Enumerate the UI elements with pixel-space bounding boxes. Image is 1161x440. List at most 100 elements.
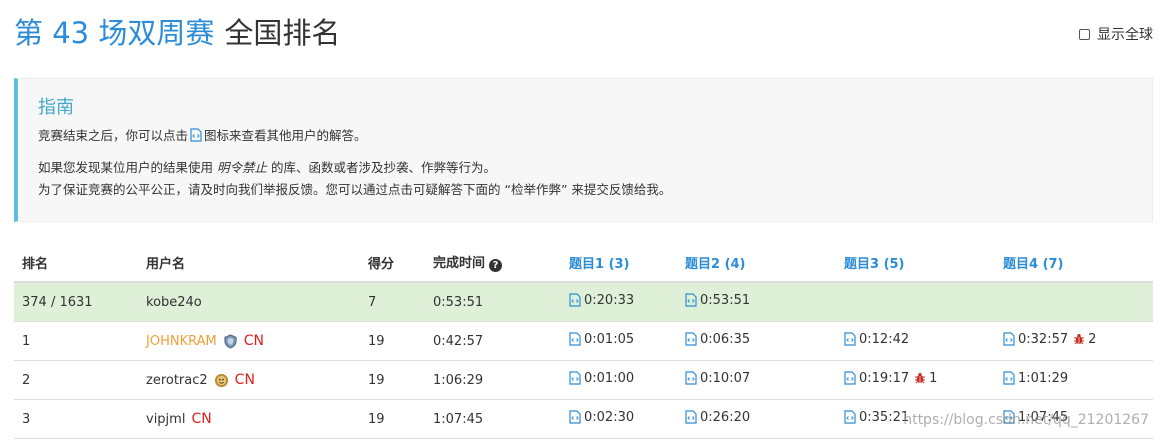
code-file-icon[interactable] — [685, 410, 697, 424]
q4-cell — [995, 282, 1153, 322]
code-file-icon[interactable] — [844, 332, 856, 346]
guide-line-1-after: 图标来查看其他用户的解答。 — [204, 128, 367, 143]
q2-cell[interactable]: 0:26:20 — [677, 399, 836, 439]
score-cell: 19 — [360, 360, 425, 400]
rank-cell: 2 — [14, 360, 138, 400]
rank-cell: 1 — [14, 321, 138, 361]
username-cell: JOHNKRAM CN — [138, 321, 360, 361]
header-q1[interactable]: 题目1 (3) — [561, 243, 677, 283]
q1-cell[interactable]: 0:20:33 — [561, 282, 677, 322]
q3-time: 0:12:42 — [859, 331, 910, 347]
header-q2[interactable]: 题目2 (4) — [677, 243, 836, 283]
q2-time: 0:06:35 — [700, 331, 751, 347]
username-cell: zerotrac2 CN — [138, 360, 360, 400]
q2-time: 0:53:51 — [700, 292, 751, 308]
ranking-table: 排名 用户名 得分 完成时间? 题目1 (3) 题目2 (4) 题目3 (5) … — [14, 243, 1153, 439]
q1-cell[interactable]: 0:02:30 — [561, 399, 677, 439]
guide-line-2-after: 的库、函数或者涉及抄袭、作弊等行为。 — [271, 160, 497, 175]
bug-icon — [1074, 334, 1085, 345]
table-header-row: 排名 用户名 得分 完成时间? 题目1 (3) 题目2 (4) 题目3 (5) … — [14, 243, 1153, 283]
code-file-icon[interactable] — [1003, 332, 1015, 346]
q2-cell[interactable]: 0:53:51 — [677, 282, 836, 322]
q4-time: 0:32:57 — [1018, 331, 1069, 347]
code-file-icon[interactable] — [844, 371, 856, 385]
watermark: https://blog.csdn.net/qq_21201267 — [903, 412, 1149, 428]
q1-cell[interactable]: 0:01:05 — [561, 321, 677, 361]
show-global-checkbox[interactable] — [1079, 28, 1090, 40]
code-file-icon[interactable] — [569, 293, 581, 307]
region-cn: CN — [234, 372, 255, 388]
q3-cell[interactable]: 0:19:17 1 — [836, 360, 995, 400]
region-cn: CN — [243, 333, 264, 349]
q3-time: 0:35:21 — [859, 409, 910, 425]
username-link[interactable]: JOHNKRAM — [146, 334, 217, 349]
header-q3[interactable]: 题目3 (5) — [836, 243, 995, 283]
code-file-icon[interactable] — [569, 332, 581, 346]
header-username: 用户名 — [138, 243, 360, 283]
q1-time: 0:20:33 — [584, 292, 635, 308]
code-file-icon[interactable] — [1003, 371, 1015, 385]
rank-cell: 374 / 1631 — [14, 282, 138, 322]
guide-line-1-before: 竞赛结束之后，你可以点击 — [38, 128, 189, 143]
guide-line-3: 为了保证竞赛的公平公正，请及时向我们举报反馈。您可以通过点击可疑解答下面的 “检… — [38, 182, 672, 197]
username-link[interactable]: vipjml — [146, 412, 185, 427]
code-file-icon[interactable] — [685, 293, 697, 307]
username-cell: vipjml CN — [138, 399, 360, 439]
avatar-badge-icon — [214, 373, 228, 387]
q1-time: 0:01:05 — [584, 331, 635, 347]
guide-line-2: 如果您发现某位用户的结果使用 明令禁止 的库、函数或者涉及抄袭、作弊等行为。 — [38, 157, 1152, 179]
q3-cell[interactable]: 0:12:42 — [836, 321, 995, 361]
table-row-mine: 374 / 1631 kobe24o 7 0:53:51 0:20:33 0:5… — [14, 282, 1153, 322]
code-file-icon[interactable] — [569, 371, 581, 385]
wrong-count: 2 — [1088, 331, 1097, 347]
q2-cell[interactable]: 0:10:07 — [677, 360, 836, 400]
region-cn: CN — [191, 411, 212, 427]
guide-line-2-emphasis: 明令禁止 — [217, 160, 268, 175]
q4-cell[interactable]: 0:32:57 2 — [995, 321, 1153, 361]
username-cell: kobe24o — [138, 282, 360, 322]
finish-time-cell: 0:42:57 — [425, 321, 561, 361]
q3-cell — [836, 282, 995, 322]
guide-title: 指南 — [38, 97, 74, 118]
q2-cell[interactable]: 0:06:35 — [677, 321, 836, 361]
finish-time-cell: 0:53:51 — [425, 282, 561, 322]
q1-time: 0:02:30 — [584, 409, 635, 425]
code-file-icon — [190, 128, 202, 142]
header-score: 得分 — [360, 243, 425, 283]
wrong-count: 1 — [929, 370, 938, 386]
show-global-label: 显示全球 — [1097, 27, 1153, 43]
code-file-icon[interactable] — [685, 332, 697, 346]
q1-cell[interactable]: 0:01:00 — [561, 360, 677, 400]
q2-time: 0:26:20 — [700, 409, 751, 425]
finish-time-cell: 1:07:45 — [425, 399, 561, 439]
q4-cell[interactable]: 1:01:29 — [995, 360, 1153, 400]
question-circle-icon[interactable]: ? — [489, 259, 503, 272]
header-finish-time-label: 完成时间 — [433, 256, 486, 271]
contest-name[interactable]: 第 43 场双周赛 — [14, 16, 214, 50]
table-row: 2 zerotrac2 CN 19 1:06:29 0:01:00 0:10:07… — [14, 360, 1153, 400]
shield-badge-icon — [224, 333, 237, 349]
code-file-icon[interactable] — [569, 410, 581, 424]
code-file-icon[interactable] — [844, 410, 856, 424]
score-cell: 19 — [360, 399, 425, 439]
bug-icon — [915, 373, 926, 384]
q1-time: 0:01:00 — [584, 370, 635, 386]
guide-line-1: 竞赛结束之后，你可以点击 图标来查看其他用户的解答。 — [38, 125, 1152, 147]
q4-time: 1:01:29 — [1018, 370, 1069, 386]
rank-cell: 3 — [14, 399, 138, 439]
page-title: 第 43 场双周赛 全国排名 — [14, 12, 340, 54]
score-cell: 19 — [360, 321, 425, 361]
header-rank: 排名 — [14, 243, 138, 283]
q3-time: 0:19:17 — [859, 370, 910, 386]
username-link[interactable]: zerotrac2 — [146, 373, 208, 388]
q2-time: 0:10:07 — [700, 370, 751, 386]
code-file-icon[interactable] — [685, 371, 697, 385]
finish-time-cell: 1:06:29 — [425, 360, 561, 400]
header-q4[interactable]: 题目4 (7) — [995, 243, 1153, 283]
header-finish-time: 完成时间? — [425, 243, 561, 283]
show-global-toggle[interactable]: 显示全球 — [1079, 24, 1153, 44]
username-link[interactable]: kobe24o — [146, 295, 202, 310]
title-suffix: 全国排名 — [224, 16, 341, 50]
guide-panel: 指南 竞赛结束之后，你可以点击 图标来查看其他用户的解答。 如果您发现某位用户的结… — [14, 78, 1153, 222]
guide-line-2-before: 如果您发现某位用户的结果使用 — [38, 160, 214, 175]
